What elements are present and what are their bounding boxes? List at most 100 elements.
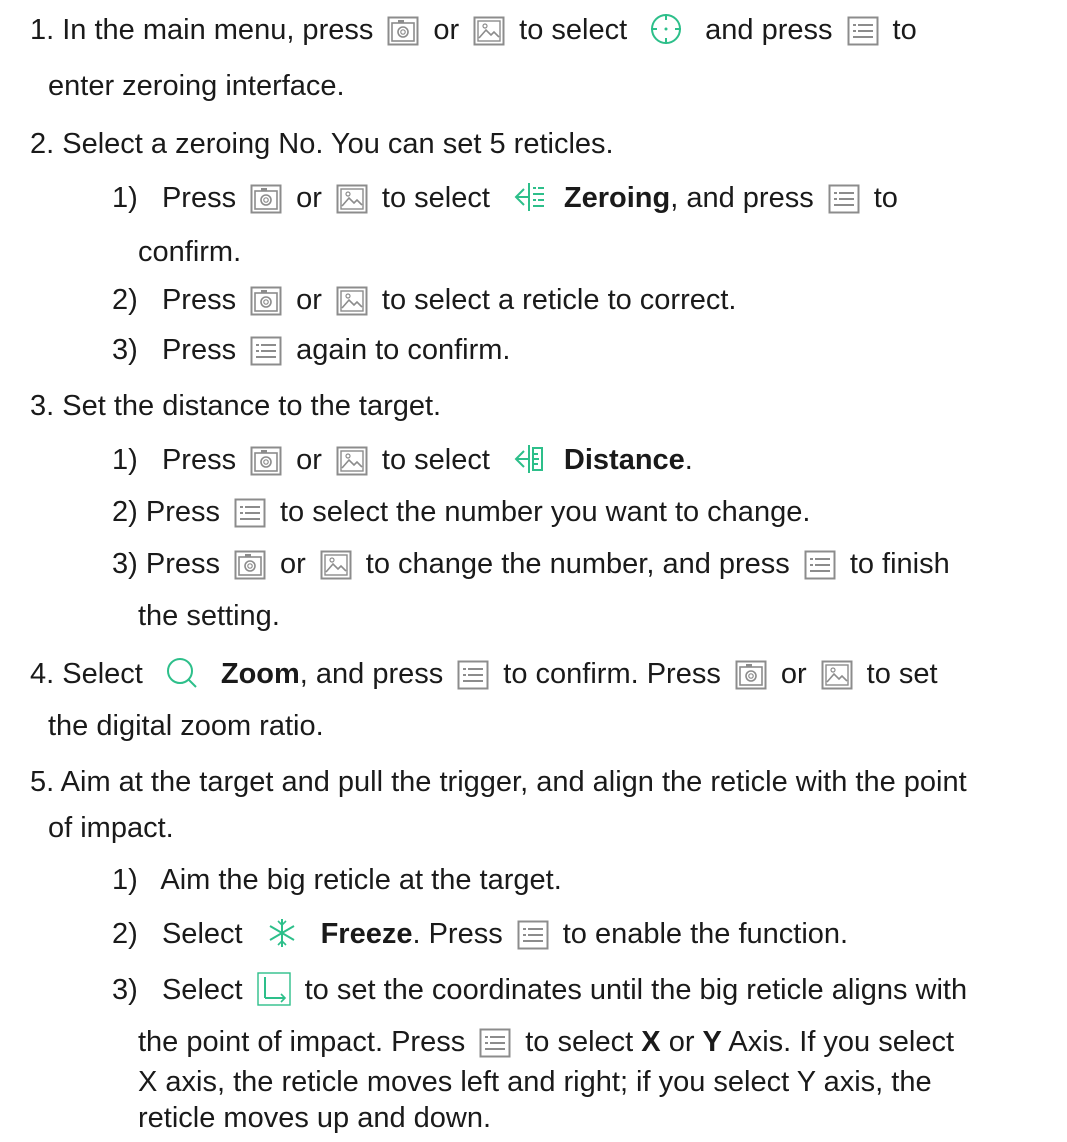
step-text: of impact.: [48, 812, 174, 844]
gallery-icon: [821, 660, 853, 690]
gallery-icon: [336, 184, 368, 214]
step-3-sub-2: 2) Press to select the number you want to…: [112, 488, 810, 536]
menu-icon: [804, 550, 836, 580]
or-text: or: [296, 444, 322, 476]
distance-label: Distance: [563, 444, 685, 476]
step-text: to select: [381, 444, 490, 476]
step-number: 5.: [30, 766, 55, 798]
menu-icon: [457, 660, 489, 690]
distance-icon: [512, 442, 546, 476]
step-text: reticle moves up and down.: [138, 1102, 492, 1134]
step-text: to change the number, and press: [365, 548, 790, 580]
step-text: Select a zeroing No. You can set 5 retic…: [62, 128, 614, 160]
step-text: Press: [161, 444, 237, 476]
step-text: and press: [705, 14, 833, 46]
gallery-icon: [473, 16, 505, 46]
camera-icon: [250, 184, 282, 214]
step-5-sub-2: 2) Select Freeze. Press to enable the func…: [112, 910, 848, 958]
camera-icon: [735, 660, 767, 690]
step-4-line-2: the digital zoom ratio.: [48, 702, 324, 750]
step-text: to set: [866, 658, 938, 690]
menu-icon: [234, 498, 266, 528]
step-text: Axis. If you select: [728, 1026, 955, 1058]
menu-icon: [250, 336, 282, 366]
step-text: Press: [161, 284, 237, 316]
step-text: to select: [525, 1026, 634, 1058]
step-text: Set the distance to the target.: [62, 390, 442, 422]
menu-icon: [479, 1028, 511, 1058]
freeze-icon: [265, 916, 299, 950]
step-text: In the main menu, press: [62, 14, 374, 46]
substep-number: 3): [112, 334, 138, 366]
coordinates-icon: [256, 972, 291, 1006]
or-text: or: [668, 1026, 695, 1058]
step-text: to select the number you want to change.: [280, 496, 811, 528]
step-1-line-1: 1. In the main menu, press or to select and…: [30, 6, 917, 54]
x-axis-label: X: [641, 1026, 661, 1058]
step-text: confirm.: [138, 236, 242, 268]
substep-number: 1): [112, 182, 138, 214]
step-2-sub-1: 1) Press or to select Zeroing, and press to: [112, 174, 898, 222]
step-text: Press: [161, 182, 237, 214]
step-text: to finish: [849, 548, 950, 580]
camera-icon: [387, 16, 419, 46]
step-text: to select: [519, 14, 628, 46]
step-5-sub-1: 1) Aim the big reticle at the target.: [112, 856, 562, 904]
step-4-line-1: 4. Select Zoom, and press to confirm. Pres…: [30, 650, 938, 698]
step-5-sub-3: 3) Select to set the coordinates until th…: [112, 966, 967, 1014]
substep-number: 2): [112, 918, 138, 950]
camera-icon: [250, 286, 282, 316]
camera-icon: [234, 550, 266, 580]
y-axis-label: Y: [702, 1026, 722, 1058]
gallery-icon: [336, 286, 368, 316]
step-text: to select: [381, 182, 490, 214]
step-5-line-1: 5. Aim at the target and pull the trigge…: [30, 758, 967, 806]
or-text: or: [296, 284, 322, 316]
zoom-label: Zoom: [220, 658, 300, 690]
freeze-label: Freeze: [320, 918, 413, 950]
step-text: the point of impact. Press: [138, 1026, 466, 1058]
zoom-icon: [165, 656, 199, 690]
step-2-sub-3: 3) Press again to confirm.: [112, 326, 511, 374]
step-5-line-2: of impact.: [48, 804, 174, 852]
step-2-line-1: 2. Select a zeroing No. You can set 5 re…: [30, 120, 614, 168]
substep-number: 1): [112, 444, 138, 476]
step-text: to enable the function.: [562, 918, 849, 950]
gallery-icon: [320, 550, 352, 580]
step-text: the setting.: [138, 600, 280, 632]
step-number: 3.: [30, 390, 55, 422]
step-3-line-1: 3. Set the distance to the target.: [30, 382, 441, 430]
or-text: or: [280, 548, 306, 580]
step-1-line-2: enter zeroing interface.: [48, 62, 345, 110]
step-text: , and press: [670, 182, 814, 214]
step-text: enter zeroing interface.: [48, 70, 345, 102]
step-3-sub-1: 1) Press or to select Distance.: [112, 436, 693, 484]
or-text: or: [780, 658, 807, 690]
substep-number: 3): [112, 548, 138, 580]
step-text: , and press: [299, 658, 444, 690]
substep-number: 2): [112, 496, 138, 528]
step-text: again to confirm.: [296, 334, 511, 366]
step-text: to set the coordinates until the big ret…: [304, 974, 968, 1006]
step-text: Select: [62, 658, 143, 690]
step-3-sub-3-cont: the setting.: [138, 592, 280, 640]
step-text: Select: [161, 918, 243, 950]
step-text: to select a reticle to correct.: [381, 284, 737, 316]
step-5-sub-3-line-4: reticle moves up and down.: [138, 1094, 491, 1142]
step-number: 4.: [30, 658, 55, 690]
zeroing-icon: [512, 180, 546, 214]
or-text: or: [296, 182, 322, 214]
menu-icon: [828, 184, 860, 214]
substep-number: 2): [112, 284, 138, 316]
step-3-sub-3: 3) Press or to change the number, and pres…: [112, 540, 950, 588]
step-text: Press: [161, 334, 237, 366]
step-text: Press: [145, 548, 220, 580]
step-text: the digital zoom ratio.: [48, 710, 324, 742]
substep-number: 3): [112, 974, 138, 1006]
step-number: 1.: [30, 14, 55, 46]
step-number: 2.: [30, 128, 55, 160]
step-text: Aim the big reticle at the target.: [160, 864, 562, 896]
step-text: . Press: [412, 918, 503, 950]
step-2-sub-1-cont: confirm.: [138, 228, 241, 276]
step-2-sub-2: 2) Press or to select a reticle to correct…: [112, 276, 737, 324]
